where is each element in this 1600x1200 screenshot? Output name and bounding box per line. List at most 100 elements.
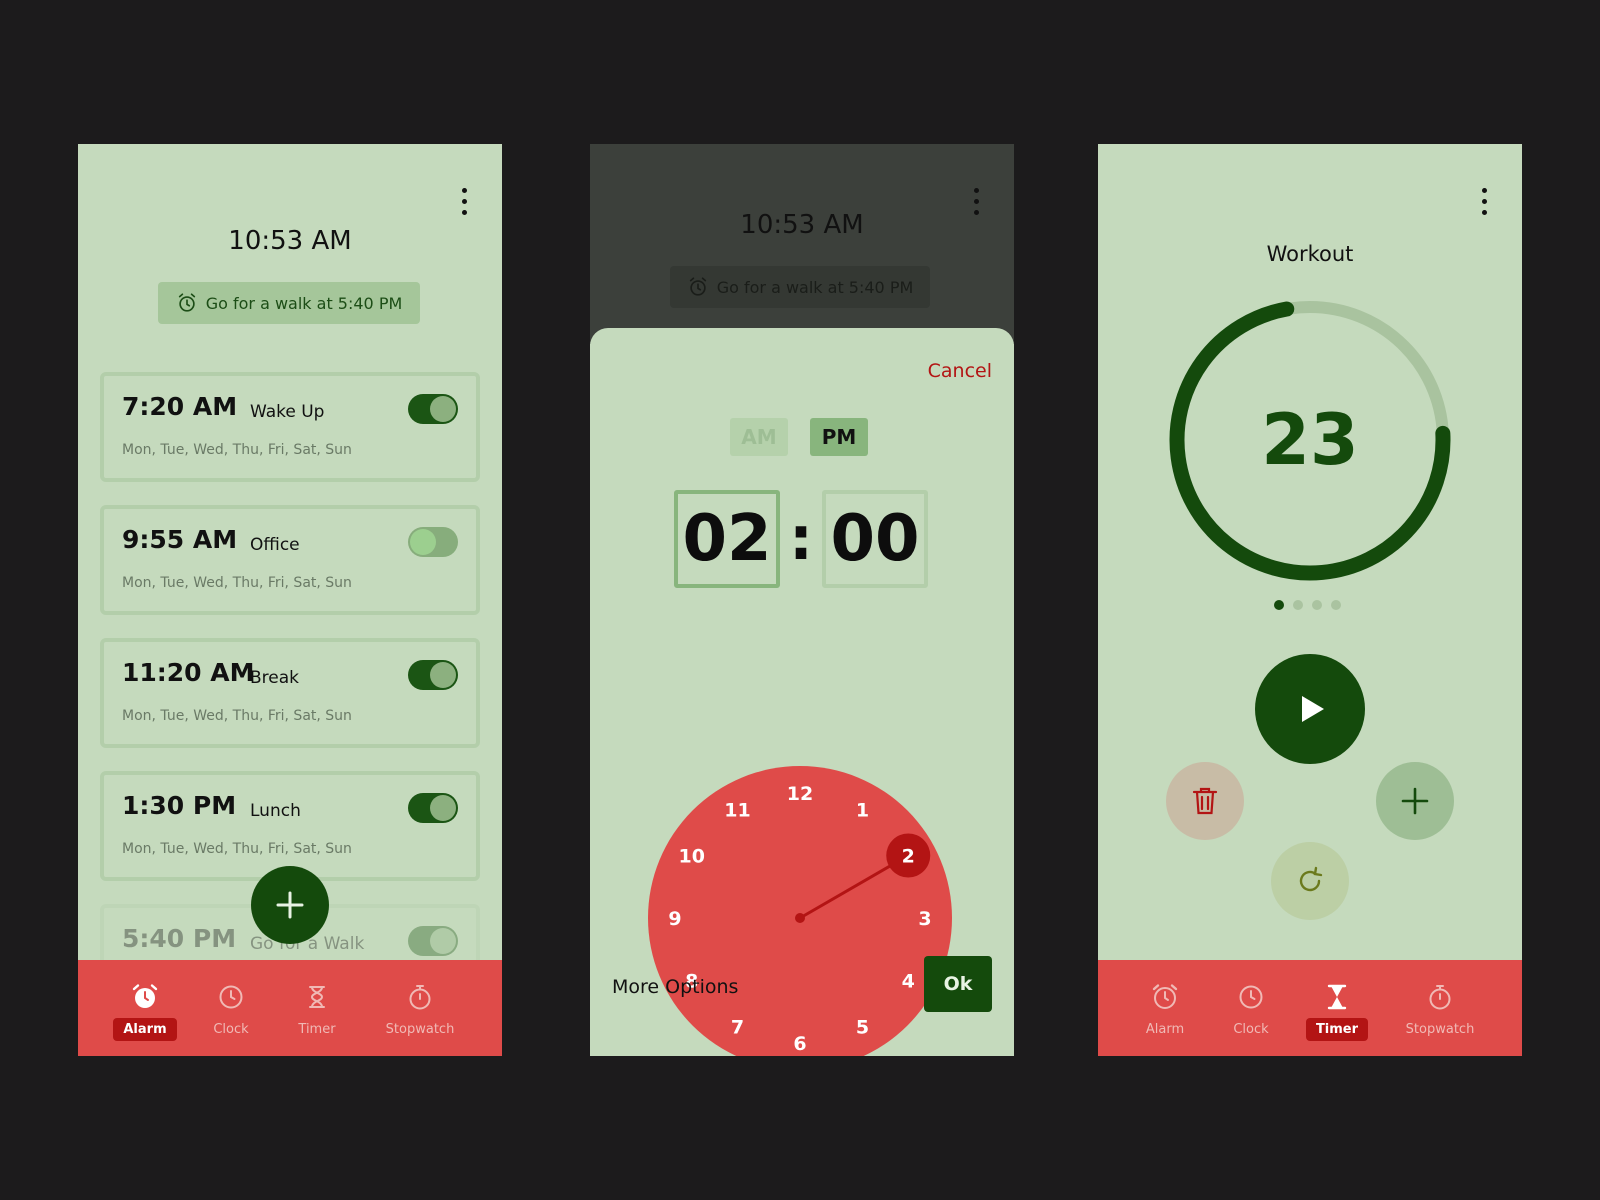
alarm-label: Wake Up: [250, 402, 325, 422]
alarm-card[interactable]: 9:55 AM Office Mon, Tue, Wed, Thu, Fri, …: [100, 505, 480, 615]
nav-item-clock[interactable]: Clock: [198, 960, 264, 1056]
page-indicator: [1274, 600, 1341, 610]
dial-number: 2: [902, 846, 915, 868]
alarm-toggle[interactable]: [408, 394, 458, 424]
nav-item-timer[interactable]: Timer: [284, 960, 350, 1056]
alarm-toggle[interactable]: [408, 527, 458, 557]
nav-label: Stopwatch: [1405, 1022, 1475, 1037]
next-alarm-chip: Go for a walk at 5:40 PM: [670, 266, 930, 308]
page-dot[interactable]: [1331, 600, 1341, 610]
dial-number: 4: [902, 971, 915, 993]
alarm-toggle[interactable]: [408, 660, 458, 690]
nav-label: Timer: [298, 1022, 336, 1037]
alarm-card[interactable]: 11:20 AM Break Mon, Tue, Wed, Thu, Fri, …: [100, 638, 480, 748]
cancel-button[interactable]: Cancel: [928, 360, 992, 382]
plus-icon: [276, 891, 304, 919]
reset-icon: [1299, 866, 1323, 892]
alarm-clock-icon: [1152, 984, 1178, 1009]
page-dot[interactable]: [1312, 600, 1322, 610]
add-timer-button[interactable]: [1376, 762, 1454, 840]
alarm-clock-icon: [689, 277, 706, 296]
page-dot[interactable]: [1274, 600, 1284, 610]
nav-label: Clock: [213, 1022, 249, 1037]
hour-field[interactable]: 02: [674, 490, 780, 588]
nav-item-clock[interactable]: Clock: [1218, 960, 1284, 1056]
ok-button[interactable]: Ok: [924, 956, 992, 1012]
nav-label: Timer: [1305, 1018, 1369, 1041]
alarm-clock-icon: [132, 984, 158, 1008]
plus-icon: [1401, 787, 1429, 815]
alarm-screen: 10:53 AM Go for a walk at 5:40 PM 7:20 A…: [78, 144, 502, 1056]
alarm-days: Mon, Tue, Wed, Thu, Fri, Sat, Sun: [122, 708, 352, 724]
time-picker-sheet: Cancel AM PM 02 : 00 12 1 2 3 4 5 6 7 8 9 10 11 Mor…: [590, 328, 1014, 1056]
dial-number: 12: [787, 783, 813, 805]
pm-toggle[interactable]: PM: [810, 418, 868, 456]
minute-field[interactable]: 00: [822, 490, 928, 588]
dial-center: [795, 913, 805, 923]
nav-item-alarm[interactable]: Alarm: [1132, 960, 1198, 1056]
stopwatch-icon: [1429, 985, 1451, 1010]
add-alarm-button[interactable]: [251, 866, 329, 944]
timer-name: Workout: [1266, 242, 1354, 266]
alarm-days: Mon, Tue, Wed, Thu, Fri, Sat, Sun: [122, 575, 352, 591]
alarm-card[interactable]: 1:30 PM Lunch Mon, Tue, Wed, Thu, Fri, S…: [100, 771, 480, 881]
dial-number: 6: [793, 1033, 806, 1055]
alarm-label: Break: [250, 668, 299, 688]
alarm-days: Mon, Tue, Wed, Thu, Fri, Sat, Sun: [122, 841, 352, 857]
dial-number: 3: [918, 908, 931, 930]
dial-number: 11: [724, 800, 750, 822]
time-picker-screen: 10:53 AM Go for a walk at 5:40 PM Cancel…: [590, 144, 1014, 1056]
more-menu-icon[interactable]: [460, 186, 468, 218]
next-alarm-text: Go for a walk at 5:40 PM: [716, 277, 914, 297]
hourglass-icon: [1327, 984, 1347, 1010]
trash-icon: [1192, 787, 1218, 815]
timer-screen: Workout 23 Alarm Clock Timer Stopwatch: [1098, 144, 1522, 1056]
dial-number: 10: [679, 846, 705, 868]
nav-label: Alarm: [113, 1018, 177, 1041]
stopwatch-icon: [409, 985, 431, 1010]
dial-number: 5: [856, 1016, 869, 1038]
nav-item-stopwatch[interactable]: Stopwatch: [370, 960, 470, 1056]
next-alarm-chip[interactable]: Go for a walk at 5:40 PM: [158, 282, 420, 324]
am-toggle[interactable]: AM: [730, 418, 788, 456]
time-separator: :: [789, 504, 813, 574]
dial-number: 1: [856, 800, 869, 822]
play-icon: [1302, 696, 1324, 722]
nav-label: Clock: [1233, 1022, 1269, 1037]
bottom-nav: Alarm Clock Timer Stopwatch: [78, 960, 502, 1056]
alarm-clock-icon: [178, 293, 195, 312]
current-time: 10:53 AM: [228, 226, 352, 256]
nav-item-timer[interactable]: Timer: [1304, 960, 1370, 1056]
clock-dial[interactable]: 121234567891011: [648, 766, 952, 1056]
nav-item-alarm[interactable]: Alarm: [112, 960, 178, 1056]
play-button[interactable]: [1255, 654, 1365, 764]
alarm-days: Mon, Tue, Wed, Thu, Fri, Sat, Sun: [122, 442, 352, 458]
reset-timer-button[interactable]: [1271, 842, 1349, 920]
alarm-toggle[interactable]: [408, 793, 458, 823]
delete-timer-button[interactable]: [1166, 762, 1244, 840]
alarm-time: 11:20 AM: [122, 658, 255, 687]
next-alarm-text: Go for a walk at 5:40 PM: [205, 293, 403, 313]
more-options-button[interactable]: More Options: [612, 976, 738, 998]
bottom-nav: Alarm Clock Timer Stopwatch: [1098, 960, 1522, 1056]
current-time: 10:53 AM: [740, 210, 864, 240]
page-dot[interactable]: [1293, 600, 1303, 610]
dial-number: 9: [668, 908, 681, 930]
clock-icon: [1239, 985, 1263, 1009]
alarm-toggle[interactable]: [408, 926, 458, 956]
timer-remaining: 23: [1261, 399, 1359, 481]
hourglass-icon: [309, 986, 325, 1008]
dial-face: [648, 766, 952, 1056]
nav-label: Stopwatch: [385, 1022, 455, 1037]
alarm-time: 7:20 AM: [122, 392, 238, 421]
dimmed-backdrop[interactable]: 10:53 AM Go for a walk at 5:40 PM: [590, 144, 1014, 344]
more-menu-icon[interactable]: [1480, 186, 1488, 218]
nav-label: Alarm: [1145, 1022, 1185, 1037]
alarm-card[interactable]: 7:20 AM Wake Up Mon, Tue, Wed, Thu, Fri,…: [100, 372, 480, 482]
alarm-time: 5:40 PM: [122, 924, 237, 953]
nav-item-stopwatch[interactable]: Stopwatch: [1390, 960, 1490, 1056]
dial-number: 7: [731, 1016, 744, 1038]
alarm-label: Office: [250, 535, 300, 555]
alarm-label: Lunch: [250, 801, 301, 821]
alarm-time: 1:30 PM: [122, 791, 237, 820]
